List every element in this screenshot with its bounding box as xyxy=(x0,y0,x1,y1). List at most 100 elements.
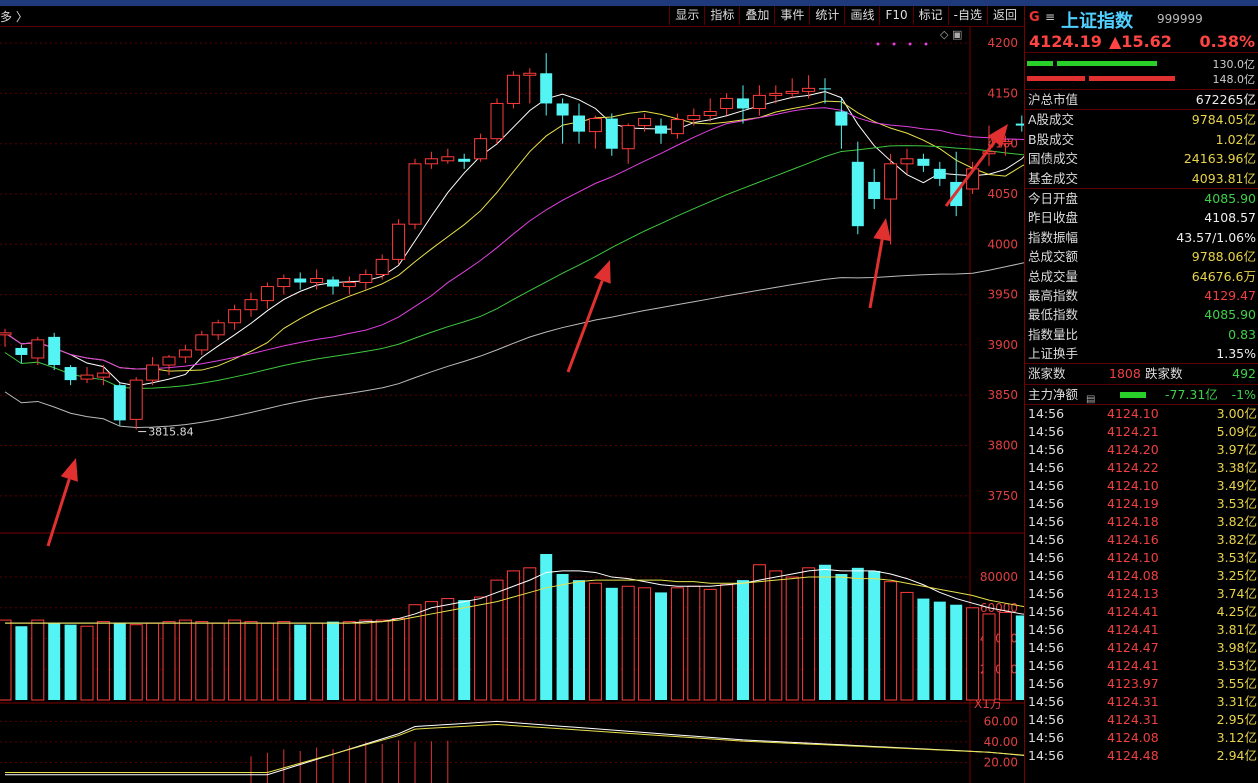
candle-body-up xyxy=(260,286,274,302)
candle-body-up xyxy=(146,364,160,381)
toolbar-button-5[interactable]: 画线 xyxy=(844,6,879,25)
sidebar-header: G ≡ 上证指数 999999 xyxy=(1025,6,1258,32)
kline-chart-area[interactable]: 4200415041004050400039503900385038003750… xyxy=(0,6,1024,783)
stat-value: 4129.47 xyxy=(1204,287,1256,303)
price-tick-label: 4150 xyxy=(987,86,1018,100)
toolbar-button-4[interactable]: 统计 xyxy=(809,6,844,25)
advance-count: 1808 xyxy=(1109,366,1141,382)
toolbar-button-6[interactable]: F10 xyxy=(879,6,912,25)
candle-body-down xyxy=(15,347,28,355)
tick-row: 14:56 4124.13 3.74亿 xyxy=(1025,585,1258,603)
tick-amount: 3.49亿 xyxy=(1216,478,1257,494)
volume-bar-down xyxy=(15,626,28,700)
volume-bar-up xyxy=(80,625,94,701)
price-tick-label: 3950 xyxy=(987,288,1018,302)
price-tick-label: 3850 xyxy=(987,388,1018,402)
tick-price: 4124.41 xyxy=(1107,622,1159,638)
tick-amount: 3.38亿 xyxy=(1216,460,1257,476)
stat-label: 最高指数 xyxy=(1028,287,1079,303)
ma10-line xyxy=(4,100,1024,372)
volume-bar-up xyxy=(228,619,242,701)
signal-dot xyxy=(924,42,928,46)
tick-time: 14:56 xyxy=(1028,532,1065,548)
window-icon[interactable]: ▣ xyxy=(952,28,962,41)
candle-body-down xyxy=(933,168,946,179)
stat-row: 总成交额 9788.06亿 xyxy=(1025,247,1258,266)
stat-value: 0.83 xyxy=(1228,326,1256,342)
signal-dot xyxy=(876,42,880,46)
diamond-icon[interactable]: ◇ xyxy=(940,28,948,41)
volume-bar-up xyxy=(998,611,1012,701)
candle-body-up xyxy=(752,94,766,109)
volume-bar-up xyxy=(900,591,914,701)
tick-amount: 4.25亿 xyxy=(1216,604,1257,620)
toolbar-button-9[interactable]: 返回 xyxy=(986,6,1022,25)
advance-decline-row: 涨家数 1808 跌家数 492 xyxy=(1025,364,1258,385)
toolbar-button-1[interactable]: 指标 xyxy=(704,6,739,25)
outflow-bar-b xyxy=(1089,76,1175,81)
tick-row: 14:56 4124.20 3.97亿 xyxy=(1025,441,1258,459)
period-selector[interactable]: 多 〉 xyxy=(0,8,28,25)
signal-dot xyxy=(892,42,896,46)
volume-bar-down xyxy=(458,600,471,700)
outflow-value: 148.0亿 xyxy=(1212,73,1256,86)
volume-bar-down xyxy=(605,587,618,700)
volume-bar-up xyxy=(0,619,12,701)
tick-price: 4124.41 xyxy=(1107,604,1159,620)
candle-body-down xyxy=(48,336,61,366)
indicator-tick-label: 40.00 xyxy=(984,735,1018,749)
volume-bar-up xyxy=(244,621,258,701)
tick-row: 14:56 4123.97 3.55亿 xyxy=(1025,675,1258,693)
toolbar-button-3[interactable]: 事件 xyxy=(774,6,809,25)
tick-price: 4124.31 xyxy=(1107,694,1159,710)
candle-body-up xyxy=(523,72,537,76)
tick-time: 14:56 xyxy=(1028,424,1065,440)
stat-value: 4085.90 xyxy=(1204,190,1256,206)
stat-value: 1.02亿 xyxy=(1215,131,1256,147)
candle-body-up xyxy=(802,87,816,92)
tick-time: 14:56 xyxy=(1028,460,1065,476)
tick-amount: 3.53亿 xyxy=(1216,550,1257,566)
inflow-value: 130.0亿 xyxy=(1212,58,1256,71)
candle-body-down xyxy=(835,111,848,126)
menu-icon[interactable]: ≡ xyxy=(1045,10,1055,24)
candle-body-up xyxy=(375,258,389,275)
stat-row: 上证换手 1.35% xyxy=(1025,344,1258,365)
candle-body-up xyxy=(670,119,684,135)
tick-amount: 3.98亿 xyxy=(1216,640,1257,656)
volume-bar-up xyxy=(359,619,373,701)
stat-row: B股成交 1.02亿 xyxy=(1025,130,1258,149)
tick-time: 14:56 xyxy=(1028,568,1065,584)
volume-bar-down xyxy=(1015,615,1024,700)
candle-body-up xyxy=(506,74,520,104)
annotation-arrow-shaft xyxy=(868,239,884,309)
annotation-arrow-head xyxy=(873,218,892,242)
toolbar-button-0[interactable]: 显示 xyxy=(669,6,704,25)
volume-bar-up xyxy=(31,619,45,701)
tick-row: 14:56 4124.31 3.31亿 xyxy=(1025,693,1258,711)
kline-chart-svg[interactable]: 4200415041004050400039503900385038003750… xyxy=(0,6,1024,783)
tick-price: 4124.31 xyxy=(1107,712,1159,728)
volume-bar-down xyxy=(556,573,569,700)
volume-bar-down xyxy=(48,623,61,700)
volume-bar-down xyxy=(540,554,553,700)
volume-bar-down xyxy=(327,621,339,700)
stat-value: 9784.05亿 xyxy=(1191,112,1256,128)
ma120-line xyxy=(4,262,1024,429)
toolbar-button-2[interactable]: 叠加 xyxy=(739,6,774,25)
candle-body-up xyxy=(96,372,110,378)
volume-bar-down xyxy=(819,564,831,700)
tick-amount: 2.95亿 xyxy=(1216,712,1257,728)
main-flow-value: -77.31亿 xyxy=(1165,386,1218,402)
tick-row: 14:56 4124.10 3.53亿 xyxy=(1025,549,1258,567)
volume-bar-down xyxy=(737,580,749,700)
candle-body-up xyxy=(228,309,242,324)
volume-bar-up xyxy=(769,570,783,701)
toolbar-button-7[interactable]: 标记 xyxy=(912,6,948,25)
tick-row: 14:56 4124.31 2.95亿 xyxy=(1025,711,1258,729)
tick-price: 4124.20 xyxy=(1107,442,1159,458)
tick-time: 14:56 xyxy=(1028,478,1065,494)
tick-list[interactable]: 14:56 4124.10 3.00亿 14:56 4124.21 5.09亿 14:56 4… xyxy=(1025,405,1258,765)
volume-bar-up xyxy=(490,579,504,701)
toolbar-button-8[interactable]: -自选 xyxy=(947,6,987,25)
